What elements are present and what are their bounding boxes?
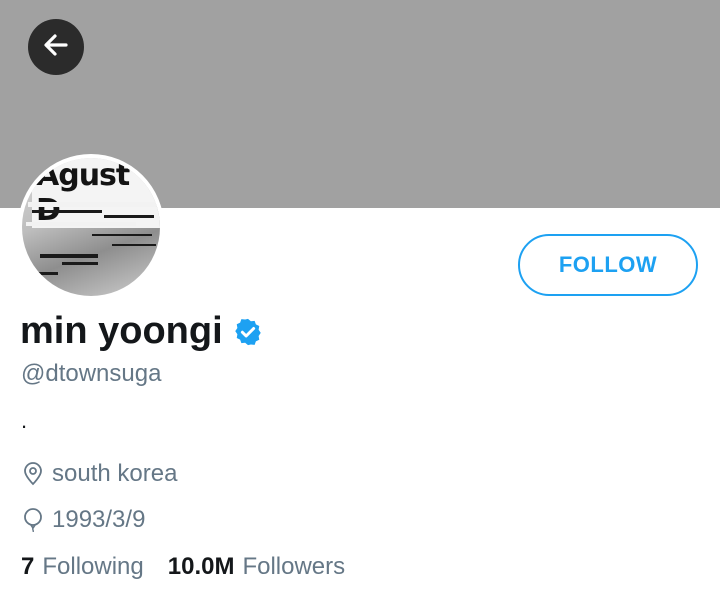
verified-badge-icon	[233, 317, 263, 347]
birthday-row: 1993/3/9	[22, 506, 145, 534]
back-button[interactable]	[28, 19, 84, 75]
display-name: min yoongi	[20, 310, 223, 352]
following-link[interactable]: 7 Following	[21, 553, 144, 581]
avatar-stripe	[92, 234, 152, 236]
user-handle: @dtownsuga	[21, 360, 162, 387]
avatar-stripe	[28, 202, 156, 207]
avatar-stripe	[28, 272, 58, 275]
followers-link[interactable]: 10.0M Followers	[168, 553, 345, 581]
avatar-stripe	[112, 244, 156, 246]
location-pin-icon	[22, 462, 44, 486]
avatar-stripe	[104, 215, 154, 218]
avatar-stripe	[32, 210, 102, 213]
follow-button[interactable]: FOLLOW	[518, 234, 698, 296]
following-label: Following	[42, 553, 144, 580]
avatar[interactable]: Agust D	[18, 154, 164, 300]
avatar-image: Agust D	[22, 158, 160, 296]
avatar-stripe	[40, 254, 98, 258]
follow-stats: 7 Following 10.0M Followers	[21, 553, 345, 581]
bio-text: .	[21, 408, 28, 433]
following-count: 7	[21, 553, 35, 580]
followers-label: Followers	[242, 553, 346, 580]
followers-count: 10.0M	[167, 553, 235, 580]
avatar-stripe	[26, 222, 136, 226]
balloon-icon	[22, 508, 44, 532]
name-row: min yoongi	[20, 310, 263, 353]
avatar-stripe	[62, 262, 98, 265]
birthday-text: 1993/3/9	[52, 506, 146, 533]
arrow-left-icon	[41, 30, 71, 65]
location-row: south korea	[22, 460, 177, 488]
location-text: south korea	[52, 460, 178, 487]
